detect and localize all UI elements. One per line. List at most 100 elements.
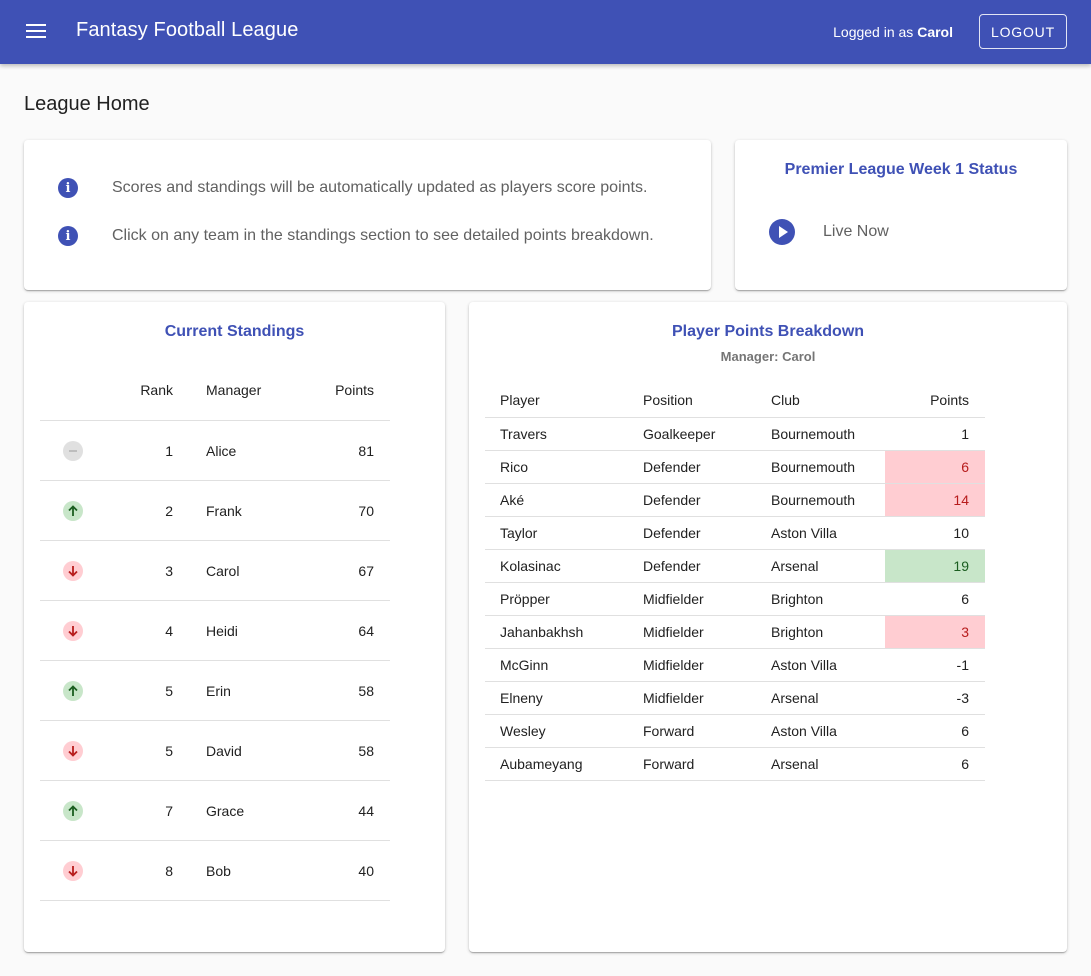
player-points-cell: -3 <box>885 681 985 715</box>
player-points-cell: 19 <box>885 549 985 583</box>
info-row: i Click on any team in the standings sec… <box>58 226 654 246</box>
info-card: i Scores and standings will be automatic… <box>24 140 711 290</box>
menu-icon[interactable] <box>22 20 50 44</box>
player-cell: Aké <box>485 483 628 517</box>
player-row: Rico Defender Bournemouth 6 <box>485 450 985 484</box>
standings-row[interactable]: 7 Grace 44 <box>40 780 390 841</box>
manager-cell: Frank <box>174 480 322 541</box>
live-status: Live Now <box>823 223 889 240</box>
player-cell: Pröpper <box>485 582 628 616</box>
club-cell: Aston Villa <box>756 516 885 550</box>
player-row: Wesley Forward Aston Villa 6 <box>485 714 985 748</box>
club-cell: Bournemouth <box>756 483 885 517</box>
movement-cell <box>40 840 106 901</box>
position-cell: Midfielder <box>628 648 756 682</box>
status-card: Premier League Week 1 Status Live Now <box>735 140 1067 290</box>
rank-cell: 5 <box>106 660 174 721</box>
standings-row[interactable]: 4 Heidi 64 <box>40 600 390 661</box>
player-points-cell: 6 <box>885 582 985 616</box>
manager-cell: David <box>174 720 322 781</box>
position-cell: Defender <box>628 549 756 583</box>
rank-cell: 5 <box>106 720 174 781</box>
position-header: Position <box>628 383 756 418</box>
standings-title: Current Standings <box>164 323 305 340</box>
player-points-cell: 6 <box>885 714 985 748</box>
position-cell: Defender <box>628 450 756 484</box>
standings-table: Rank Manager Points 1 Alice 81 2 Frank 70 3 Car… <box>40 360 390 901</box>
player-row: Kolasinac Defender Arsenal 19 <box>485 549 985 583</box>
breakdown-manager: Manager: Carol <box>720 349 816 364</box>
rank-cell: 2 <box>106 480 174 541</box>
points-cell: 70 <box>322 480 390 541</box>
manager-header: Manager <box>174 360 322 421</box>
status-title: Premier League Week 1 Status <box>784 161 1018 178</box>
movement-cell <box>40 420 106 481</box>
rank-cell: 7 <box>106 780 174 841</box>
standings-row[interactable]: 3 Carol 67 <box>40 540 390 601</box>
logged-in-prefix: Logged in as <box>833 24 914 40</box>
rank-cell: 8 <box>106 840 174 901</box>
club-header: Club <box>756 383 885 418</box>
player-row: Taylor Defender Aston Villa 10 <box>485 516 985 550</box>
player-cell: McGinn <box>485 648 628 682</box>
movement-cell <box>40 480 106 541</box>
club-cell: Aston Villa <box>756 648 885 682</box>
position-cell: Midfielder <box>628 582 756 616</box>
player-row: Aké Defender Bournemouth 14 <box>485 483 985 517</box>
movement-cell <box>40 540 106 601</box>
manager-cell: Heidi <box>174 600 322 661</box>
club-cell: Arsenal <box>756 681 885 715</box>
rank-cell: 1 <box>106 420 174 481</box>
club-cell: Bournemouth <box>756 450 885 484</box>
movement-cell <box>40 720 106 781</box>
club-cell: Bournemouth <box>756 417 885 451</box>
player-header: Player <box>485 383 628 418</box>
player-cell: Wesley <box>485 714 628 748</box>
no-change-icon <box>63 440 83 461</box>
arrow-down-icon <box>63 860 83 881</box>
position-cell: Goalkeeper <box>628 417 756 451</box>
arrow-up-icon <box>63 500 83 521</box>
player-cell: Jahanbakhsh <box>485 615 628 649</box>
arrow-down-icon <box>63 620 83 641</box>
play-icon[interactable] <box>769 219 795 245</box>
club-cell: Brighton <box>756 615 885 649</box>
arrow-down-icon <box>63 740 83 761</box>
standings-row[interactable]: 5 Erin 58 <box>40 660 390 721</box>
standings-card: Current Standings Rank Manager Points 1A… <box>24 302 445 952</box>
club-cell: Arsenal <box>756 747 885 781</box>
app-title: Fantasy Football League <box>76 19 299 41</box>
club-cell: Arsenal <box>756 549 885 583</box>
position-cell: Defender <box>628 483 756 517</box>
logged-in-user: Carol <box>917 24 953 40</box>
standings-row[interactable]: 8 Bob 40 <box>40 840 390 901</box>
arrow-down-icon <box>63 560 83 581</box>
logged-in-status: Logged in as Carol <box>833 24 953 40</box>
points-cell: 40 <box>322 840 390 901</box>
player-cell: Travers <box>485 417 628 451</box>
standings-header-row: Rank Manager Points <box>40 360 390 421</box>
app-bar: Fantasy Football League Logged in as Car… <box>0 0 1091 64</box>
player-points-cell: -1 <box>885 648 985 682</box>
movement-header <box>40 360 106 421</box>
club-cell: Brighton <box>756 582 885 616</box>
logout-button[interactable]: LOGOUT <box>979 14 1067 49</box>
info-icon: i <box>58 178 78 198</box>
movement-cell <box>40 600 106 661</box>
player-points-cell: 14 <box>885 483 985 517</box>
player-points-cell: 6 <box>885 747 985 781</box>
player-cell: Elneny <box>485 681 628 715</box>
player-points-cell: 1 <box>885 417 985 451</box>
points-cell: 81 <box>322 420 390 481</box>
player-points-cell: 3 <box>885 615 985 649</box>
info-text: Click on any team in the standings secti… <box>112 227 654 244</box>
standings-row[interactable]: 5 David 58 <box>40 720 390 781</box>
standings-row[interactable]: 2 Frank 70 <box>40 480 390 541</box>
info-row: i Scores and standings will be automatic… <box>58 178 647 198</box>
rank-cell: 3 <box>106 540 174 601</box>
movement-cell <box>40 780 106 841</box>
points-header: Points <box>322 360 390 421</box>
standings-row[interactable]: 1 Alice 81 <box>40 420 390 481</box>
manager-cell: Alice <box>174 420 322 481</box>
manager-cell: Bob <box>174 840 322 901</box>
